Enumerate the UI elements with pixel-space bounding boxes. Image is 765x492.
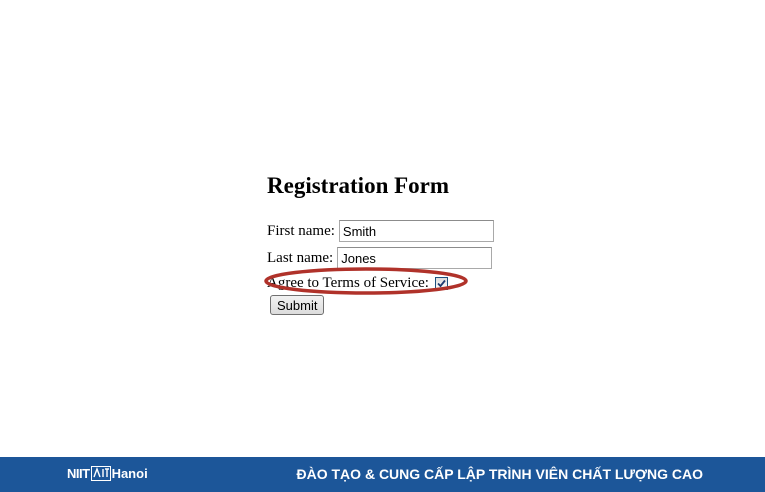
first-name-label: First name: (267, 223, 335, 239)
first-name-row: First name: (267, 220, 494, 242)
form-title: Registration Form (267, 173, 450, 198)
terms-checkbox[interactable] (434, 276, 448, 290)
submit-row: Submit (270, 295, 325, 315)
last-name-row: Last name: (267, 247, 493, 269)
footer-banner: NIIT Hanoi ĐÀO TẠO & CUNG CẤP LẬP TRÌNH … (0, 457, 765, 492)
first-name-input[interactable] (338, 220, 494, 242)
logo-niit-text: NIIT (67, 466, 90, 481)
last-name-label: Last name: (267, 250, 334, 266)
last-name-input[interactable] (337, 247, 493, 269)
submit-button[interactable]: Submit (270, 295, 325, 315)
logo-city-text: Hanoi (111, 466, 148, 481)
page: Registration Form First name: Last name:… (0, 0, 765, 492)
registration-form: Registration Form First name: Last name:… (267, 170, 494, 315)
terms-row: Agree to Terms of Service: (267, 272, 448, 294)
terms-label: Agree to Terms of Service: (267, 275, 429, 291)
logo-ict-box (90, 466, 111, 481)
checkmark-icon (437, 279, 446, 287)
footer-tagline: ĐÀO TẠO & CUNG CẤP LẬP TRÌNH VIÊN CHẤT L… (296, 466, 704, 482)
niit-ict-hanoi-logo: NIIT Hanoi (67, 466, 148, 481)
